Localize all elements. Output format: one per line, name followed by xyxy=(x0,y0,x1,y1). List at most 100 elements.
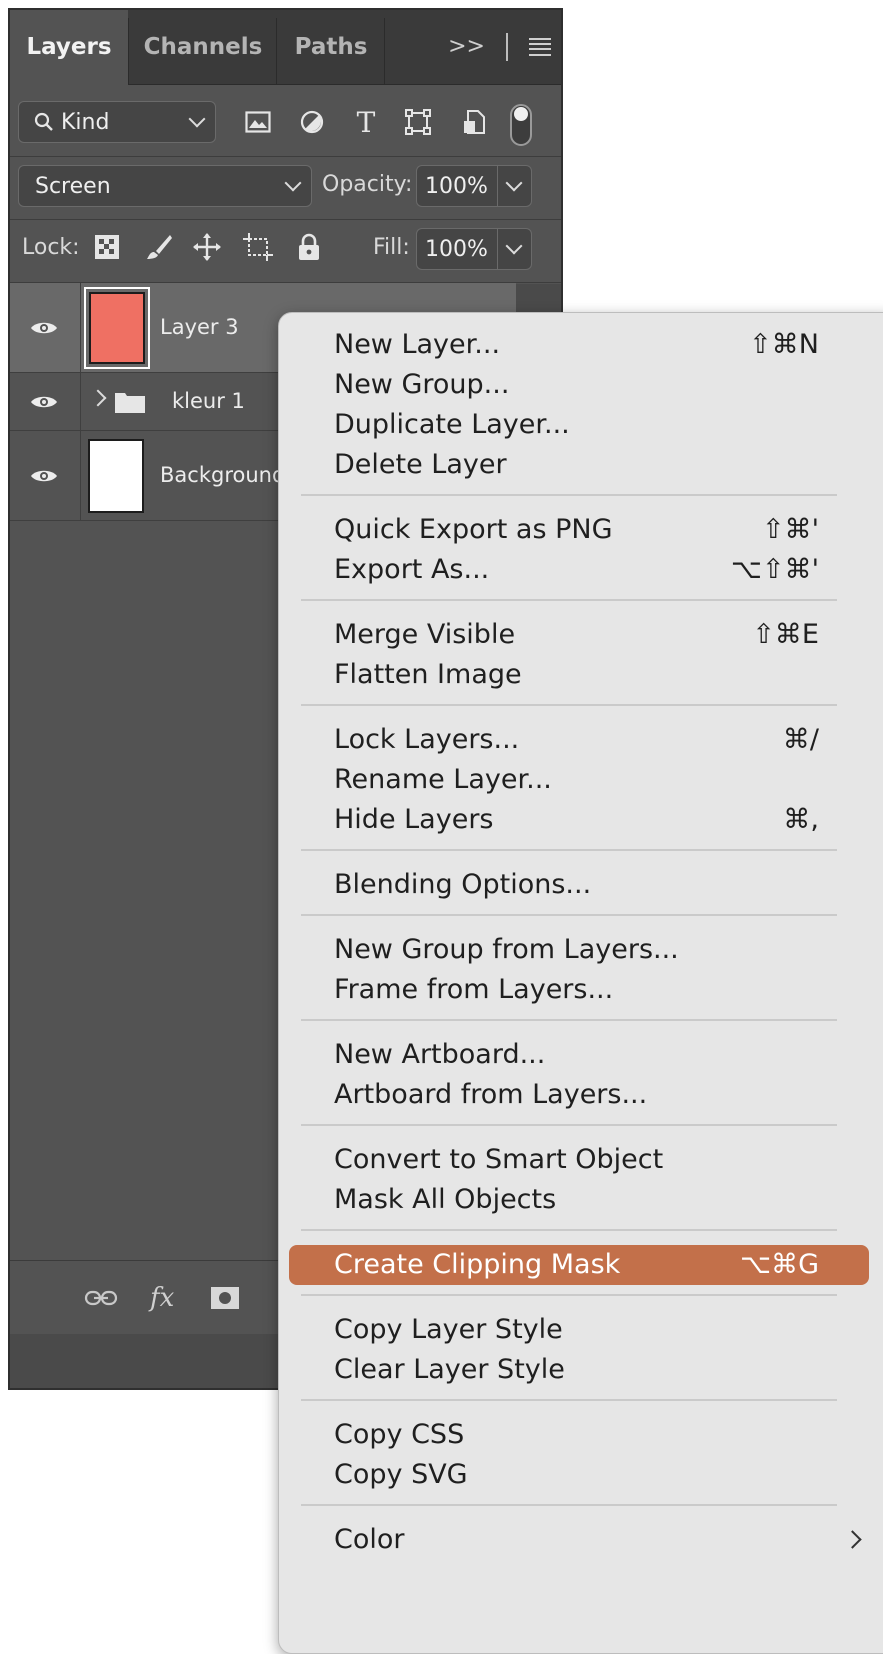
chevron-down-icon xyxy=(188,110,206,128)
menu-separator xyxy=(301,1229,837,1231)
eye-icon[interactable] xyxy=(30,320,58,336)
menu-item-merge-visible[interactable]: Merge Visible ⇧⌘E xyxy=(289,615,869,655)
tab-channels[interactable]: Channels xyxy=(130,10,276,84)
panel-tab-bar: Layers Channels Paths >> xyxy=(10,10,561,85)
fill-value[interactable]: 100% xyxy=(425,229,488,269)
menu-item-create-clipping-mask[interactable]: Create Clipping Mask ⌥⌘G xyxy=(289,1245,869,1285)
menu-item-frame-from-layers[interactable]: Frame from Layers... xyxy=(289,970,869,1010)
menu-item-new-layer[interactable]: New Layer... ⇧⌘N xyxy=(289,325,869,365)
link-layers-icon[interactable] xyxy=(84,1261,118,1335)
opacity-label: Opacity: xyxy=(322,172,413,197)
menu-item-lock-layers[interactable]: Lock Layers... ⌘/ xyxy=(289,720,869,760)
menu-item-flatten-image[interactable]: Flatten Image xyxy=(289,655,869,695)
shortcut: ⇧⌘N xyxy=(749,329,819,360)
shape-layer-filter-icon[interactable] xyxy=(398,99,438,145)
opacity-slider-chevron-icon[interactable] xyxy=(505,174,523,192)
shortcut: ⇧⌘E xyxy=(752,619,819,650)
layer-context-menu: New Layer... ⇧⌘N New Group... Duplicate L… xyxy=(278,312,883,1654)
menu-item-artboard-from-layers[interactable]: Artboard from Layers... xyxy=(289,1075,869,1115)
adjustment-layer-filter-icon[interactable] xyxy=(292,99,332,145)
folder-icon xyxy=(114,390,146,414)
menu-separator xyxy=(301,1019,837,1021)
search-icon xyxy=(33,102,55,142)
shortcut: ⌥⇧⌘' xyxy=(730,554,819,585)
blend-mode-dropdown[interactable]: Screen xyxy=(18,165,312,207)
pixel-layer-filter-icon[interactable] xyxy=(238,99,278,145)
tab-divider xyxy=(276,18,277,84)
menu-item-new-artboard[interactable]: New Artboard... xyxy=(289,1035,869,1075)
lock-position-icon[interactable] xyxy=(192,232,222,262)
field-divider xyxy=(497,229,498,269)
visibility-column xyxy=(10,431,81,520)
shortcut: ⇧⌘' xyxy=(761,514,819,545)
menu-separator xyxy=(301,849,837,851)
opacity-field[interactable]: 100% xyxy=(416,165,532,207)
chevron-down-icon xyxy=(284,174,302,192)
smart-object-filter-icon[interactable] xyxy=(454,99,494,145)
tab-divider xyxy=(384,18,385,84)
tab-paths[interactable]: Paths xyxy=(278,10,384,84)
lock-all-icon[interactable] xyxy=(296,232,322,262)
toggle-knob xyxy=(514,107,528,121)
menu-item-mask-all-objects[interactable]: Mask All Objects xyxy=(289,1180,869,1220)
layer-name[interactable]: Layer 3 xyxy=(160,315,239,339)
layer-style-fx-button[interactable]: fx xyxy=(150,1261,174,1335)
menu-item-blending-options[interactable]: Blending Options... xyxy=(289,865,869,905)
menu-item-duplicate-layer[interactable]: Duplicate Layer... xyxy=(289,405,869,445)
layer-thumbnail-color xyxy=(89,292,145,364)
group-expand-chevron-icon[interactable] xyxy=(89,389,107,407)
lock-image-pixels-icon[interactable] xyxy=(144,232,174,262)
filter-kind-dropdown[interactable]: Kind xyxy=(18,101,216,143)
fill-label: Fill: xyxy=(373,235,410,260)
panel-menu-icon[interactable] xyxy=(529,38,551,56)
menu-item-rename-layer[interactable]: Rename Layer... xyxy=(289,760,869,800)
menu-item-quick-export-png[interactable]: Quick Export as PNG ⇧⌘' xyxy=(289,510,869,550)
filter-toggle-switch[interactable] xyxy=(510,104,532,146)
fill-slider-chevron-icon[interactable] xyxy=(505,237,523,255)
divider xyxy=(10,219,561,220)
menu-separator xyxy=(301,1399,837,1401)
menu-item-delete-layer[interactable]: Delete Layer xyxy=(289,445,869,485)
menu-separator xyxy=(301,599,837,601)
layer-name[interactable]: Background xyxy=(160,463,285,487)
tabs-separator xyxy=(506,33,508,61)
submenu-arrow-icon xyxy=(843,1530,862,1549)
eye-icon[interactable] xyxy=(30,468,58,484)
fill-field[interactable]: 100% xyxy=(416,228,532,270)
menu-item-clear-layer-style[interactable]: Clear Layer Style xyxy=(289,1350,869,1390)
add-mask-icon[interactable] xyxy=(210,1261,240,1335)
tabs-overflow-button[interactable]: >> xyxy=(448,10,485,84)
field-divider xyxy=(497,166,498,206)
menu-item-convert-to-smart-object[interactable]: Convert to Smart Object xyxy=(289,1140,869,1180)
type-layer-filter-icon[interactable]: T xyxy=(346,99,386,145)
menu-item-copy-layer-style[interactable]: Copy Layer Style xyxy=(289,1310,869,1350)
opacity-value[interactable]: 100% xyxy=(425,166,488,206)
panel-tab-controls: >> xyxy=(448,10,551,84)
filter-kind-label: Kind xyxy=(61,109,110,135)
menu-item-export-as[interactable]: Export As... ⌥⇧⌘' xyxy=(289,550,869,590)
visibility-column xyxy=(10,373,81,430)
layer-thumbnail[interactable] xyxy=(84,287,150,369)
layer-name[interactable]: kleur 1 xyxy=(172,389,245,413)
blend-mode-value: Screen xyxy=(35,173,111,199)
menu-item-hide-layers[interactable]: Hide Layers ⌘, xyxy=(289,800,869,840)
layer-thumbnail[interactable] xyxy=(88,439,144,513)
tab-layers[interactable]: Layers xyxy=(10,10,128,85)
shortcut: ⌘, xyxy=(783,804,819,835)
lock-artboard-icon[interactable] xyxy=(242,232,274,262)
menu-separator xyxy=(301,1294,837,1296)
menu-item-new-group[interactable]: New Group... xyxy=(289,365,869,405)
menu-item-copy-svg[interactable]: Copy SVG xyxy=(289,1455,869,1495)
menu-item-new-group-from-layers[interactable]: New Group from Layers... xyxy=(289,930,869,970)
menu-item-color[interactable]: Color xyxy=(289,1520,869,1560)
lock-transparent-pixels-icon[interactable] xyxy=(94,234,120,260)
eye-icon[interactable] xyxy=(30,394,58,410)
tab-divider xyxy=(128,18,129,84)
menu-item-copy-css[interactable]: Copy CSS xyxy=(289,1415,869,1455)
menu-separator xyxy=(301,1124,837,1126)
menu-separator xyxy=(301,914,837,916)
visibility-column xyxy=(10,283,81,372)
divider xyxy=(10,156,561,157)
lock-label: Lock: xyxy=(22,235,80,260)
menu-separator xyxy=(301,494,837,496)
